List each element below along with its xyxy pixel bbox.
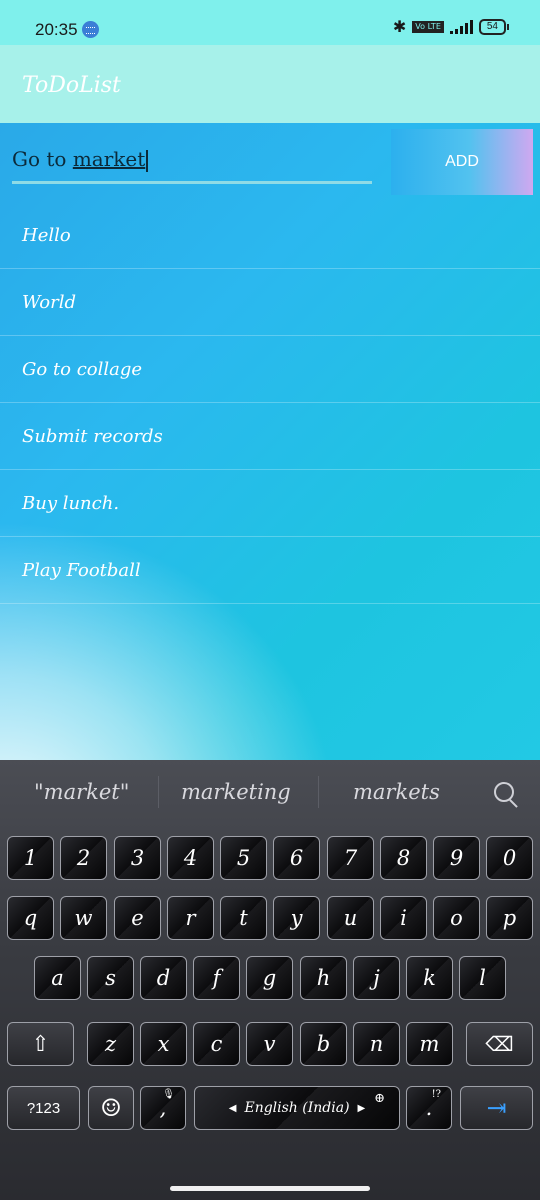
key-a[interactable]: a (34, 956, 81, 1000)
status-time: 20:35 (35, 20, 78, 39)
key-t[interactable]: t (220, 896, 267, 940)
emoji-key[interactable]: ☺ (88, 1086, 134, 1130)
mic-icon: 🎙 (162, 1089, 175, 1100)
globe-icon: ⊕ (374, 1091, 385, 1106)
status-bar: 20:35 ✱ Vo LTE 54 (0, 0, 540, 45)
keyboard-notification-icon (82, 21, 99, 38)
key-6[interactable]: 6 (273, 836, 320, 880)
comma-key[interactable]: 🎙 , (140, 1086, 186, 1130)
shift-icon: ⇧ (31, 1031, 50, 1057)
key-j[interactable]: j (353, 956, 400, 1000)
key-x[interactable]: x (140, 1022, 187, 1066)
key-u[interactable]: u (327, 896, 374, 940)
task-item[interactable]: Submit records (0, 403, 540, 470)
task-item[interactable]: World (0, 269, 540, 336)
key-m[interactable]: m (406, 1022, 453, 1066)
status-icons: ✱ Vo LTE 54 (392, 17, 510, 36)
task-item[interactable]: Go to collage (0, 336, 540, 403)
task-input-field[interactable]: Go to market (12, 137, 372, 184)
suggestion-strip: "market" marketing markets (0, 760, 540, 828)
bluetooth-icon: ✱ (392, 17, 407, 36)
task-item[interactable]: Buy lunch. (0, 470, 540, 537)
space-key[interactable]: ⊕ ◀ English (India) ▶ (194, 1086, 400, 1130)
key-c[interactable]: c (193, 1022, 240, 1066)
suggestion-3[interactable]: markets (353, 780, 440, 804)
text-cursor (146, 149, 149, 172)
volte-badge: Vo LTE (412, 20, 444, 33)
key-8[interactable]: 8 (380, 836, 427, 880)
space-label: English (India) (244, 1100, 350, 1116)
key-v[interactable]: v (246, 1022, 293, 1066)
key-r[interactable]: r (167, 896, 214, 940)
key-s[interactable]: s (87, 956, 134, 1000)
key-p[interactable]: p (486, 896, 533, 940)
period-key[interactable]: !? . (406, 1086, 452, 1130)
task-item[interactable]: Hello (0, 202, 540, 269)
period-alt-label: !? (431, 1089, 441, 1100)
key-b[interactable]: b (300, 1022, 347, 1066)
key-9[interactable]: 9 (433, 836, 480, 880)
shift-key[interactable]: ⇧ (7, 1022, 74, 1066)
soft-keyboard: "market" marketing markets 1 2 3 4 5 6 7… (0, 760, 540, 1200)
input-composing-word: market (72, 147, 146, 171)
battery-indicator: 54 (478, 18, 510, 35)
home-indicator[interactable] (170, 1186, 370, 1191)
key-k[interactable]: k (406, 956, 453, 1000)
enter-key[interactable]: ⇥ (460, 1086, 533, 1130)
key-q[interactable]: q (7, 896, 54, 940)
key-2[interactable]: 2 (60, 836, 107, 880)
emoji-icon: ☺ (100, 1094, 122, 1122)
task-label: Submit records (22, 425, 163, 447)
task-label: Play Football (22, 559, 141, 581)
task-label: Buy lunch. (22, 492, 120, 514)
main-content: Go to market ADD Hello World Go to colla… (0, 123, 540, 760)
key-7[interactable]: 7 (327, 836, 374, 880)
add-button[interactable]: ADD (391, 129, 533, 195)
app-bar: ToDoList (0, 45, 540, 123)
key-l[interactable]: l (459, 956, 506, 1000)
search-icon[interactable] (494, 782, 514, 802)
symbols-key[interactable]: ?123 (7, 1086, 80, 1130)
key-g[interactable]: g (246, 956, 293, 1000)
key-4[interactable]: 4 (167, 836, 214, 880)
app-title: ToDoList (22, 73, 121, 98)
key-e[interactable]: e (114, 896, 161, 940)
key-3[interactable]: 3 (114, 836, 161, 880)
key-f[interactable]: f (193, 956, 240, 1000)
suggestion-1[interactable]: "market" (34, 780, 129, 804)
suggestion-2[interactable]: marketing (181, 780, 291, 804)
key-1[interactable]: 1 (7, 836, 54, 880)
backspace-key[interactable]: ⌫ (466, 1022, 533, 1066)
task-list: Hello World Go to collage Submit records… (0, 202, 540, 604)
key-5[interactable]: 5 (220, 836, 267, 880)
key-z[interactable]: z (87, 1022, 134, 1066)
language-next-icon: ▶ (357, 1102, 366, 1114)
key-o[interactable]: o (433, 896, 480, 940)
suggestion-divider (158, 776, 159, 808)
language-prev-icon: ◀ (228, 1102, 237, 1114)
signal-icon (449, 19, 473, 34)
task-label: Go to collage (22, 358, 143, 380)
task-label: Hello (22, 224, 71, 246)
task-label: World (22, 291, 76, 313)
task-input-text[interactable]: Go to market (12, 147, 149, 172)
key-i[interactable]: i (380, 896, 427, 940)
key-d[interactable]: d (140, 956, 187, 1000)
backspace-icon: ⌫ (485, 1032, 514, 1056)
key-w[interactable]: w (60, 896, 107, 940)
input-prefix: Go to (12, 147, 73, 171)
key-y[interactable]: y (273, 896, 320, 940)
task-item[interactable]: Play Football (0, 537, 540, 604)
key-0[interactable]: 0 (486, 836, 533, 880)
next-icon: ⇥ (486, 1094, 507, 1122)
key-h[interactable]: h (300, 956, 347, 1000)
suggestion-divider (318, 776, 319, 808)
key-n[interactable]: n (353, 1022, 400, 1066)
